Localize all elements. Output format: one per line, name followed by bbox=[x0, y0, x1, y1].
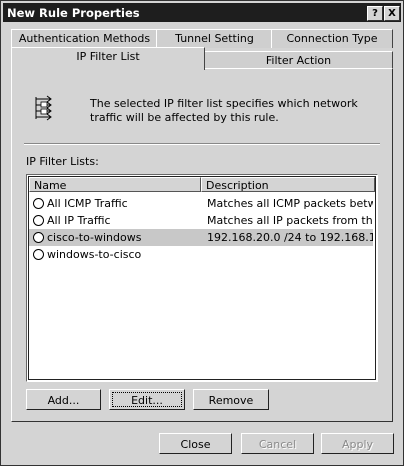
list-label: IP Filter Lists: bbox=[26, 155, 99, 168]
edit-button[interactable]: Edit... bbox=[109, 389, 185, 410]
column-header-description[interactable]: Description bbox=[201, 177, 375, 192]
list-item[interactable]: windows-to-cisco bbox=[29, 246, 373, 263]
list-item[interactable]: All ICMP Traffic Matches all ICMP packet… bbox=[29, 195, 373, 212]
list-item[interactable]: All IP Traffic Matches all IP packets fr… bbox=[29, 212, 373, 229]
dialog-window: New Rule Properties ? X Authentication M… bbox=[0, 0, 404, 466]
item-description: 192.168.20.0 /24 to 192.168.10... bbox=[207, 231, 373, 244]
item-name: All IP Traffic bbox=[47, 214, 111, 227]
tab-ip-filter-list[interactable]: IP Filter List bbox=[11, 47, 205, 70]
radio-button[interactable] bbox=[33, 249, 44, 260]
tab-panel: The selected IP filter list specifies wh… bbox=[11, 68, 393, 422]
window-title: New Rule Properties bbox=[7, 6, 140, 20]
close-window-button[interactable]: X bbox=[384, 6, 400, 21]
radio-button[interactable] bbox=[33, 232, 44, 243]
help-button[interactable]: ? bbox=[367, 6, 383, 21]
item-name: windows-to-cisco bbox=[47, 248, 142, 261]
item-description: Matches all IP packets from this ... bbox=[207, 214, 373, 227]
item-name: All ICMP Traffic bbox=[47, 197, 128, 210]
tab-tunnel-setting[interactable]: Tunnel Setting bbox=[156, 29, 273, 48]
apply-button[interactable]: Apply bbox=[321, 433, 394, 454]
item-name: cisco-to-windows bbox=[47, 231, 142, 244]
tab-authentication-methods[interactable]: Authentication Methods bbox=[11, 29, 158, 48]
column-header-name[interactable]: Name bbox=[29, 177, 201, 192]
filter-list-icon bbox=[35, 95, 52, 121]
radio-button[interactable] bbox=[33, 198, 44, 209]
title-bar: New Rule Properties ? X bbox=[3, 3, 401, 22]
remove-button[interactable]: Remove bbox=[193, 389, 269, 410]
radio-button[interactable] bbox=[33, 215, 44, 226]
item-description: Matches all ICMP packets betw... bbox=[207, 197, 373, 210]
info-description: The selected IP filter list specifies wh… bbox=[90, 97, 358, 124]
list-item-selected[interactable]: cisco-to-windows 192.168.20.0 /24 to 192… bbox=[29, 229, 373, 246]
filter-list-view[interactable]: Name Description All ICMP Traffic Matche… bbox=[26, 174, 378, 382]
add-button[interactable]: Add... bbox=[26, 389, 101, 410]
tab-connection-type[interactable]: Connection Type bbox=[271, 29, 393, 48]
cancel-button[interactable]: Cancel bbox=[241, 433, 314, 454]
close-button[interactable]: Close bbox=[159, 433, 232, 454]
divider bbox=[24, 143, 380, 145]
